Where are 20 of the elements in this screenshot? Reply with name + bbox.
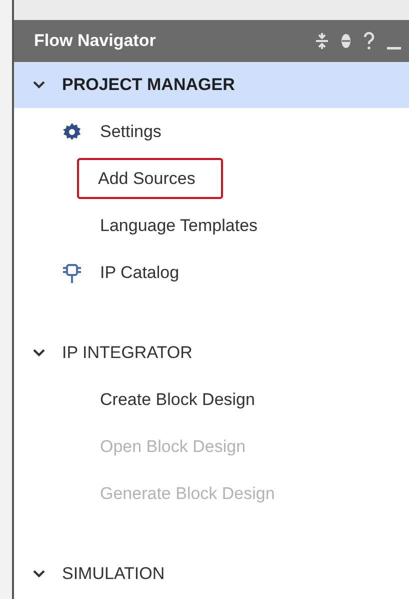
nav-item[interactable]: Language Templates	[98, 204, 260, 246]
section-title: SIMULATION	[62, 563, 165, 586]
collapse-all-icon[interactable]	[315, 33, 329, 49]
section-title: PROJECT MANAGER	[62, 74, 235, 96]
nav-item[interactable]: IP Catalog	[98, 252, 182, 294]
nav-item[interactable]: Create Block Design	[98, 378, 257, 420]
section-header[interactable]: PROJECT MANAGER	[14, 62, 409, 108]
section-title: IP INTEGRATOR	[62, 342, 192, 364]
chevron-down-icon[interactable]	[32, 569, 46, 579]
help-icon[interactable]	[363, 32, 375, 50]
chevron-down-icon[interactable]	[32, 80, 46, 90]
section-header[interactable]: IP INTEGRATOR	[14, 330, 409, 376]
chip-icon	[62, 262, 82, 284]
nav-item[interactable]: Settings	[98, 110, 164, 152]
panel-title: Flow Navigator	[34, 30, 157, 52]
section-header[interactable]: SIMULATION	[14, 551, 409, 597]
chevron-down-icon[interactable]	[32, 348, 46, 358]
expand-icon[interactable]	[341, 33, 351, 49]
nav-item[interactable]: Add Sources	[77, 158, 224, 200]
gear-icon	[62, 122, 82, 142]
